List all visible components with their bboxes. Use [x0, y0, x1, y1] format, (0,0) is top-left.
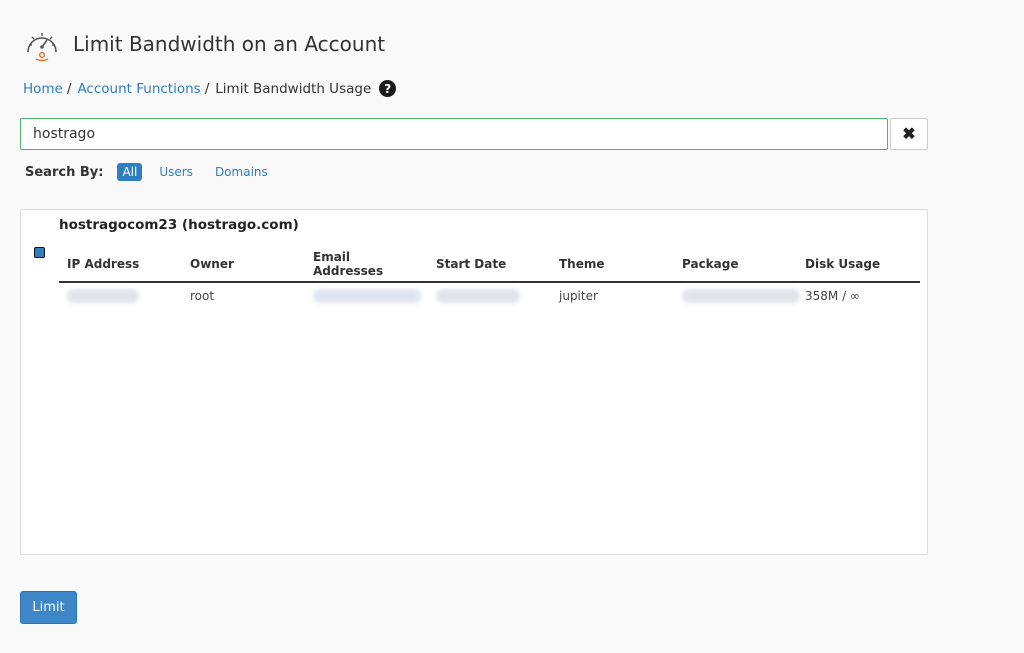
limit-button[interactable]: Limit: [20, 591, 77, 624]
search-input[interactable]: [20, 118, 888, 150]
column-start-date: Start Date: [428, 248, 551, 283]
speedometer-icon: [27, 33, 57, 62]
redacted-package: [682, 289, 800, 304]
breadcrumb-separator: /: [66, 80, 72, 97]
table-row[interactable]: root jupiter 358M / ∞: [59, 282, 920, 309]
account-select-checkbox[interactable]: [34, 247, 45, 258]
cell-theme: jupiter: [559, 289, 598, 303]
column-owner: Owner: [182, 248, 305, 283]
clear-search-button[interactable]: ✖: [890, 118, 928, 150]
column-email-addresses: Email Addresses: [305, 248, 428, 283]
table-header-row: IP Address Owner Email Addresses Start D…: [59, 248, 920, 283]
filter-all[interactable]: All: [117, 163, 143, 181]
search-by-filter: Search By: All Users Domains: [25, 163, 285, 181]
column-theme: Theme: [551, 248, 674, 283]
cell-disk-usage: 358M / ∞: [805, 289, 860, 303]
close-icon: ✖: [902, 126, 916, 143]
breadcrumb-separator: /: [204, 80, 210, 97]
search-by-label: Search By:: [25, 164, 104, 180]
page-title: Limit Bandwidth on an Account: [73, 32, 386, 56]
cell-start-date: [428, 282, 551, 309]
filter-users[interactable]: Users: [154, 163, 198, 181]
column-package: Package: [674, 248, 797, 283]
column-disk-usage: Disk Usage: [797, 248, 920, 283]
breadcrumb-home-link[interactable]: Home: [23, 81, 63, 97]
page-header: Limit Bandwidth on an Account: [23, 25, 385, 63]
breadcrumb: Home / Account Functions / Limit Bandwid…: [23, 80, 397, 97]
redacted-email: [313, 289, 421, 304]
redacted-start-date: [436, 289, 520, 304]
cell-package: [674, 282, 800, 309]
account-title: hostragocom23 (hostrago.com): [59, 217, 299, 233]
breadcrumb-current: Limit Bandwidth Usage: [215, 80, 372, 97]
column-ip-address: IP Address: [59, 248, 182, 283]
results-panel: hostragocom23 (hostrago.com) IP Address …: [20, 209, 928, 555]
redacted-ip-address: [67, 289, 139, 304]
filter-domains[interactable]: Domains: [210, 163, 273, 181]
account-table: IP Address Owner Email Addresses Start D…: [59, 248, 920, 309]
cell-email-addresses: [305, 282, 428, 309]
breadcrumb-account-functions-link[interactable]: Account Functions: [77, 81, 200, 97]
cell-ip-address: [59, 282, 182, 309]
question-circle-icon[interactable]: ?: [379, 80, 397, 97]
cell-owner: root: [190, 289, 215, 303]
